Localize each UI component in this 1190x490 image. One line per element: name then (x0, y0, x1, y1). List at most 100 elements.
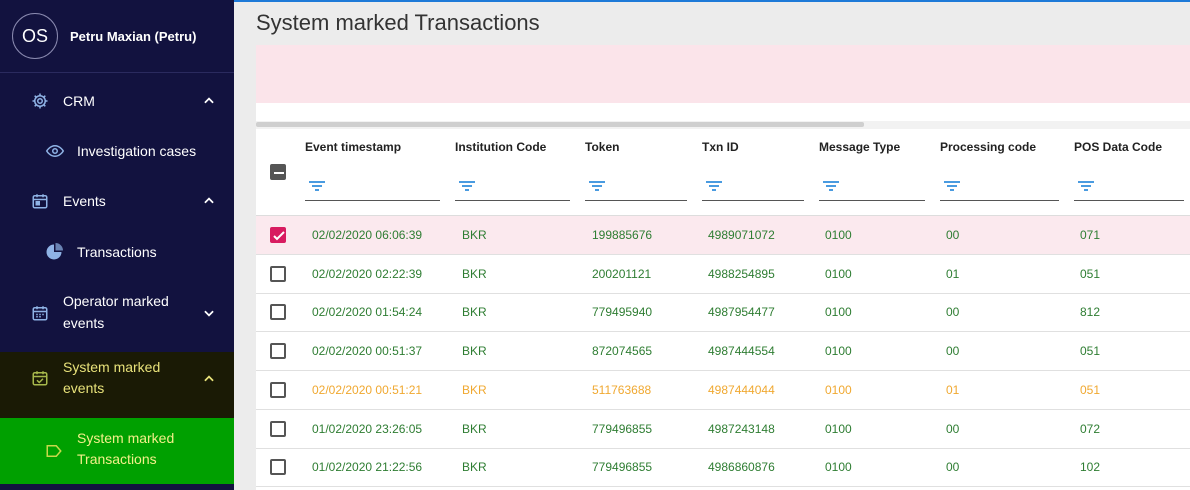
column-header-message-type[interactable]: Message Type (819, 140, 900, 154)
check-icon (273, 231, 285, 241)
table-row[interactable]: 02/02/2020 00:51:37 BKR 872074565 498744455… (256, 332, 1190, 372)
cell-txn-id: 4987444554 (708, 344, 775, 359)
toolbar-area (256, 103, 1190, 121)
cell-institution-code: BKR (462, 460, 487, 475)
cell-event-timestamp: 02/02/2020 00:51:37 (312, 344, 423, 359)
cell-message-type: 0100 (825, 421, 852, 436)
filter-icon[interactable] (587, 176, 607, 196)
column-header-processing-code[interactable]: Processing code (940, 140, 1036, 154)
table-row[interactable]: 02/02/2020 00:51:21 BKR 511763688 498744404… (256, 371, 1190, 410)
row-checkbox[interactable] (270, 265, 286, 282)
cell-txn-id: 4987954477 (708, 305, 775, 320)
cell-event-timestamp: 01/02/2020 23:26:05 (312, 421, 423, 436)
cell-processing-code: 00 (946, 460, 960, 475)
sidebar-item-label: Investigation cases (77, 143, 197, 159)
column-header-txn-id[interactable]: Txn ID (702, 140, 739, 154)
cell-event-timestamp: 02/02/2020 06:06:39 (312, 228, 423, 242)
cell-message-type: 0100 (825, 305, 852, 320)
cell-message-type: 0100 (825, 460, 852, 475)
chevron-down-icon[interactable] (202, 306, 216, 320)
column-header-institution-code[interactable]: Institution Code (455, 140, 546, 154)
gear-icon (32, 93, 48, 109)
select-all-checkbox[interactable] (270, 164, 286, 180)
filter-icon[interactable] (704, 176, 724, 196)
eye-icon (45, 144, 65, 158)
filter-pos-data-code[interactable] (1074, 176, 1184, 201)
horizontal-scrollbar[interactable] (256, 121, 1190, 129)
avatar[interactable]: OS (12, 13, 58, 59)
sidebar: OS Petru Maxian (Petru) CRM Investigatio… (0, 0, 234, 490)
cell-token: 200201121 (592, 266, 652, 281)
cell-message-type: 0100 (825, 382, 852, 397)
chevron-up-icon[interactable] (202, 194, 216, 208)
sidebar-item-events[interactable]: Events (0, 181, 234, 221)
filter-event-timestamp[interactable] (305, 176, 440, 201)
cell-txn-id: 4987243148 (708, 421, 775, 436)
filter-icon[interactable] (942, 176, 962, 196)
filter-icon[interactable] (307, 176, 327, 196)
cell-pos-data-code: 071 (1080, 228, 1101, 242)
row-checkbox[interactable] (270, 420, 286, 437)
cell-txn-id: 4986860876 (708, 460, 775, 475)
main-content: System marked Transactions Event timesta… (234, 0, 1190, 490)
filter-message-type[interactable] (819, 176, 925, 201)
sidebar-item-crm[interactable]: CRM (0, 81, 234, 121)
sidebar-item-system-marked-transactions[interactable]: System marked Transactions (0, 418, 234, 484)
sidebar-item-label: Transactions (77, 451, 157, 467)
cell-pos-data-code: 051 (1080, 266, 1101, 281)
chevron-up-icon[interactable] (202, 372, 216, 386)
filter-institution-code[interactable] (455, 176, 570, 201)
column-header-pos-data-code[interactable]: POS Data Code (1074, 140, 1162, 154)
filter-token[interactable] (585, 176, 687, 201)
row-checkbox[interactable] (270, 227, 286, 243)
table-header: Event timestamp Institution Code Token T… (256, 129, 1190, 216)
cell-txn-id: 4987444044 (708, 382, 775, 397)
row-checkbox[interactable] (270, 381, 286, 398)
calendar-check-icon (32, 371, 48, 386)
cell-txn-id: 4988254895 (708, 266, 775, 281)
filter-icon[interactable] (457, 176, 477, 196)
filter-processing-code[interactable] (940, 176, 1059, 201)
cell-institution-code: BKR (462, 382, 487, 397)
table-row[interactable]: 02/02/2020 01:54:24 BKR 779495940 498795447… (256, 293, 1190, 333)
cell-event-timestamp: 02/02/2020 01:54:24 (312, 305, 423, 320)
cell-txn-id: 4989071072 (708, 228, 775, 242)
cell-pos-data-code: 051 (1080, 344, 1101, 359)
cell-institution-code: BKR (462, 228, 487, 242)
sidebar-item-label: System marked (77, 430, 175, 446)
sidebar-item-label: Events (63, 193, 106, 209)
cell-token: 779495940 (592, 305, 653, 320)
sidebar-item-label: System marked (63, 359, 161, 375)
filter-txn-id[interactable] (702, 176, 804, 201)
sidebar-item-investigation-cases[interactable]: Investigation cases (0, 131, 234, 171)
filter-icon[interactable] (821, 176, 841, 196)
chevron-up-icon[interactable] (202, 94, 216, 108)
alert-banner (256, 45, 1190, 103)
scrollbar-thumb[interactable] (256, 122, 864, 127)
table-row[interactable]: 01/02/2020 21:22:56 BKR 779496855 498686087… (256, 448, 1190, 488)
cell-message-type: 0100 (825, 344, 852, 359)
sidebar-item-label: CRM (63, 93, 95, 109)
table-row[interactable]: 01/02/2020 23:26:05 BKR 779496855 498724314… (256, 410, 1190, 449)
table-row[interactable]: 02/02/2020 02:22:39 BKR 200201121 498825489… (256, 255, 1190, 294)
row-checkbox[interactable] (270, 343, 286, 360)
filter-icon[interactable] (1076, 176, 1096, 196)
cell-institution-code: BKR (462, 305, 487, 320)
cell-message-type: 0100 (825, 266, 852, 281)
sidebar-item-label: events (63, 380, 105, 396)
row-checkbox[interactable] (270, 304, 286, 321)
cell-event-timestamp: 01/02/2020 21:22:56 (312, 460, 423, 475)
table-row[interactable]: 02/02/2020 06:06:39 BKR 199885676 498907107… (256, 216, 1190, 255)
sidebar-item-label: Transactions (77, 244, 157, 260)
column-header-event-timestamp[interactable]: Event timestamp (305, 140, 401, 154)
row-checkbox[interactable] (270, 459, 286, 476)
cell-event-timestamp: 02/02/2020 02:22:39 (312, 266, 423, 281)
user-profile[interactable]: OS Petru Maxian (Petru) (0, 0, 234, 73)
sidebar-item-operator-marked-events[interactable]: Operator marked events (0, 286, 234, 340)
sidebar-item-system-marked-events[interactable]: System marked events (0, 352, 234, 418)
sidebar-item-transactions[interactable]: Transactions (0, 232, 234, 272)
cell-pos-data-code: 102 (1080, 460, 1101, 475)
cell-institution-code: BKR (462, 344, 487, 359)
column-header-token[interactable]: Token (585, 140, 619, 154)
user-name: Petru Maxian (Petru) (70, 28, 197, 44)
